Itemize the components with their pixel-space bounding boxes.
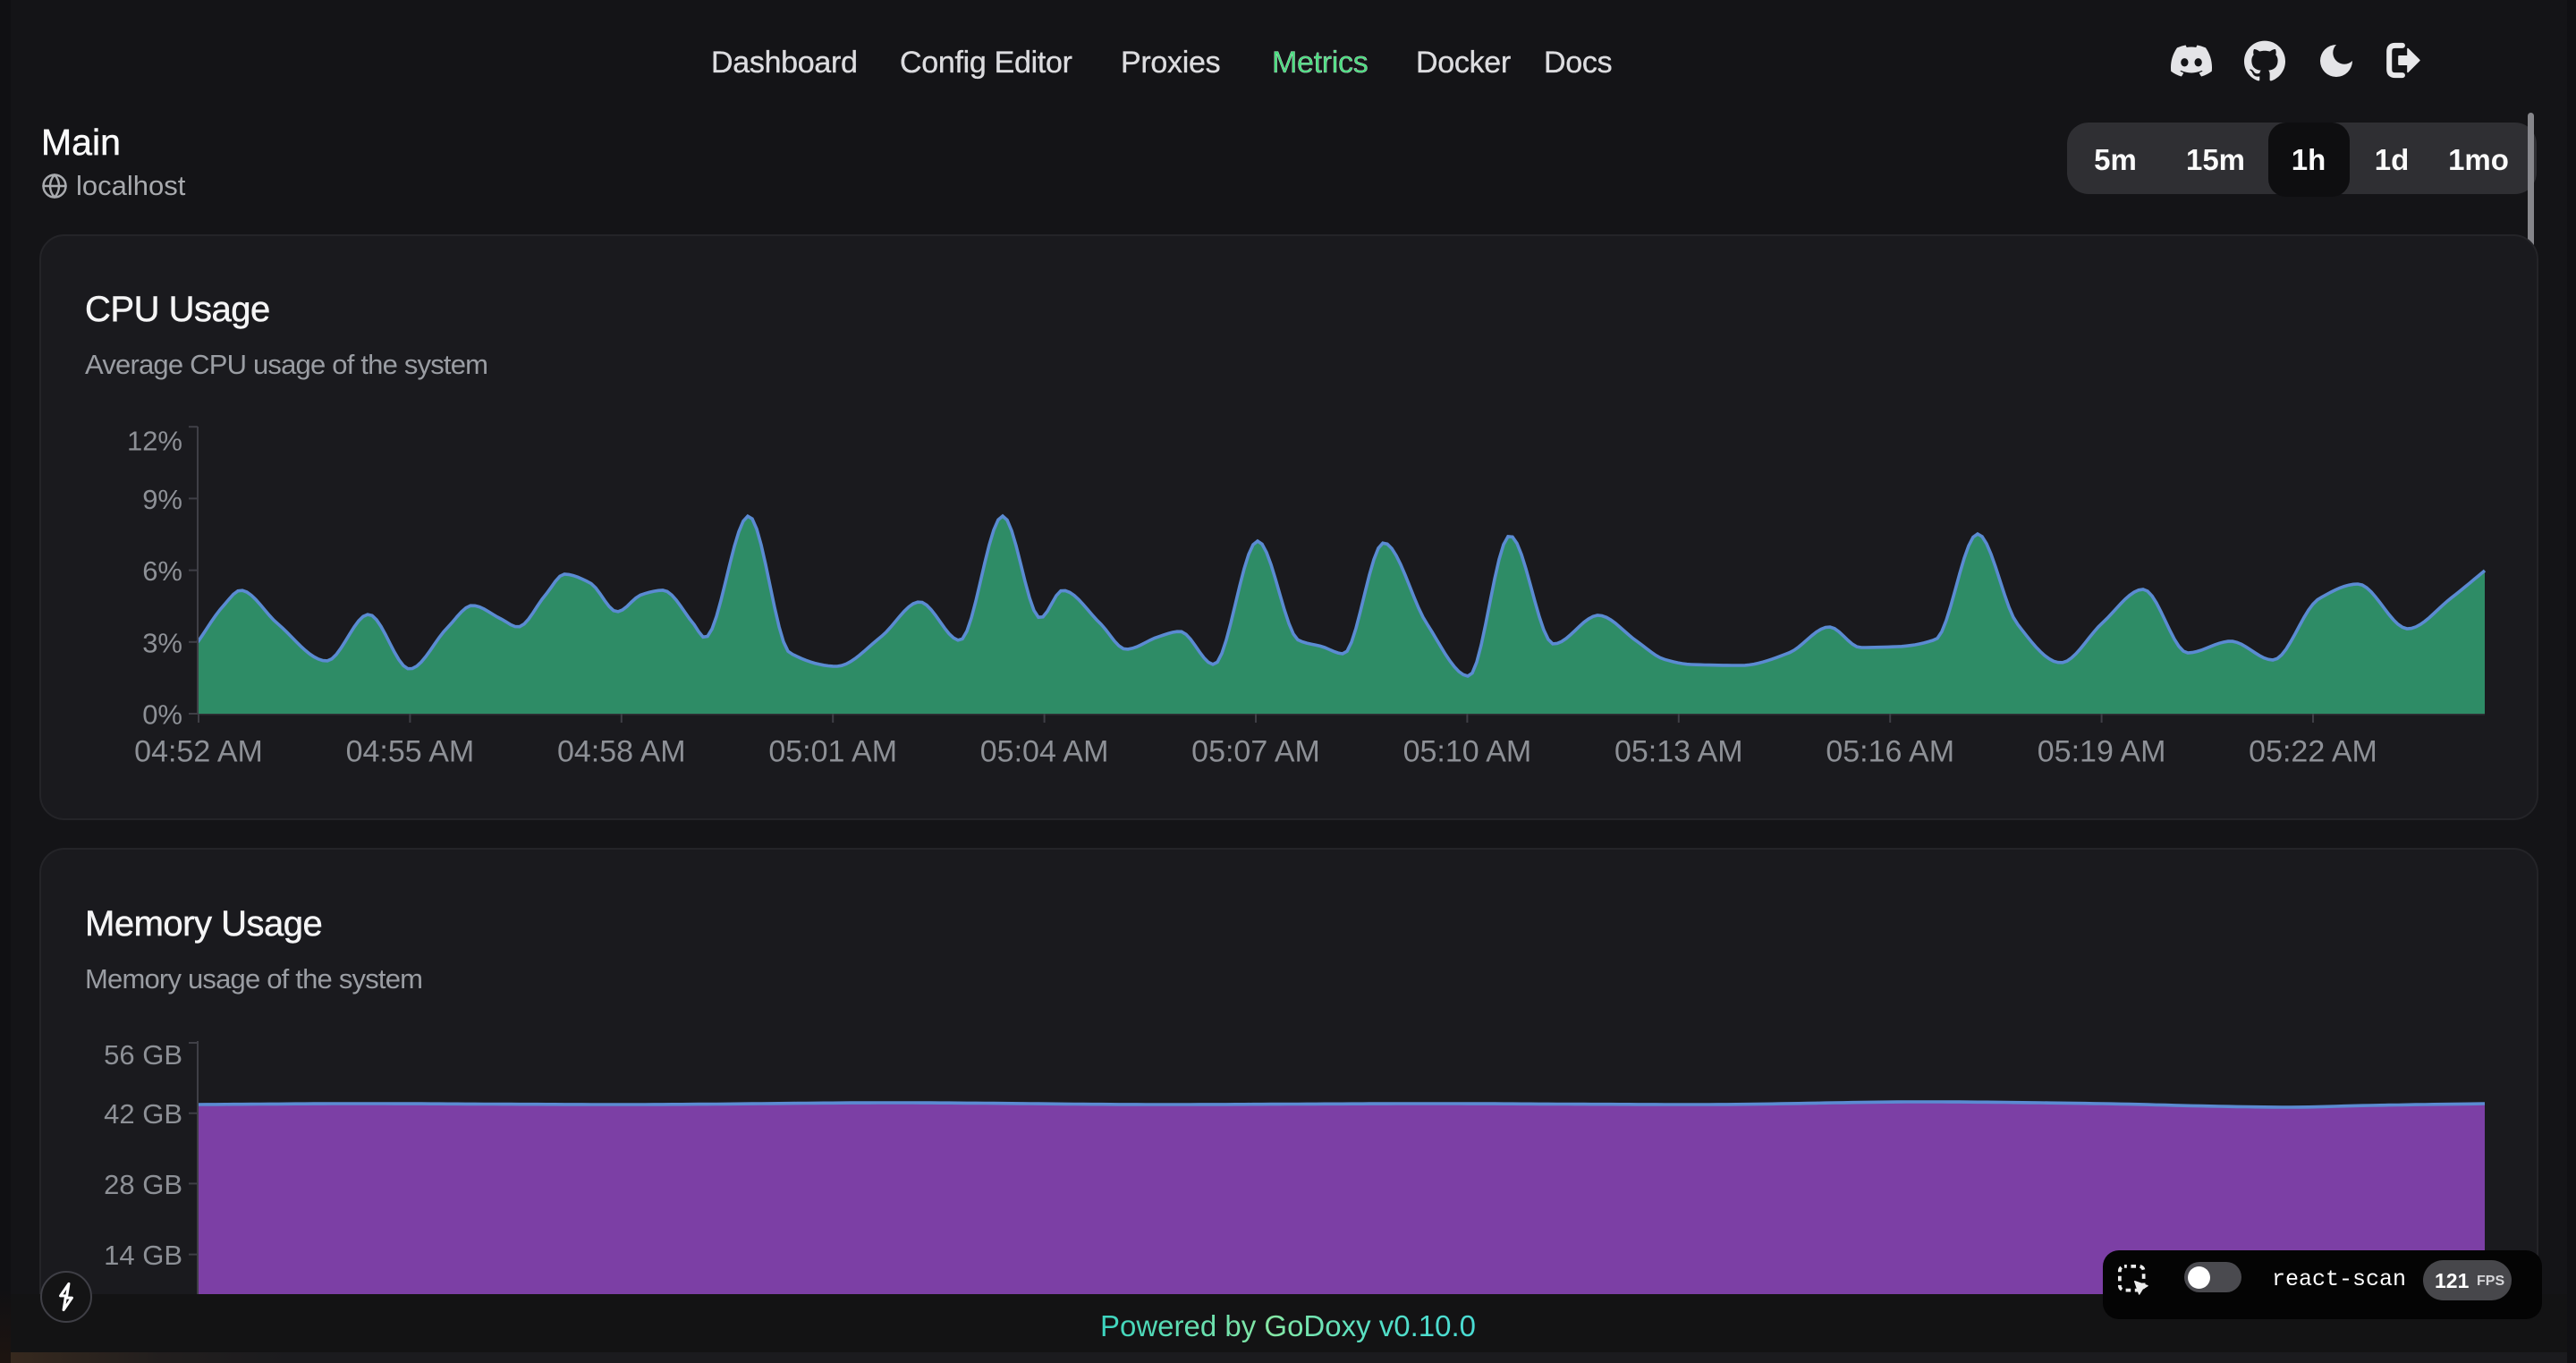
svg-text:05:04 AM: 05:04 AM [980,735,1109,769]
svg-text:42 GB: 42 GB [104,1098,182,1130]
svg-text:05:13 AM: 05:13 AM [1614,735,1743,769]
svg-text:04:55 AM: 04:55 AM [346,735,475,769]
svg-text:05:16 AM: 05:16 AM [1826,735,1954,769]
svg-text:56 GB: 56 GB [104,1039,182,1071]
svg-text:04:58 AM: 04:58 AM [557,735,686,769]
svg-text:6%: 6% [142,555,182,587]
svg-text:05:10 AM: 05:10 AM [1403,735,1532,769]
svg-text:3%: 3% [142,627,182,658]
svg-text:04:52 AM: 04:52 AM [134,735,263,769]
svg-text:14 GB: 14 GB [104,1240,182,1271]
svg-text:12%: 12% [127,426,182,457]
svg-text:28 GB: 28 GB [104,1169,182,1200]
svg-text:05:19 AM: 05:19 AM [2038,735,2166,769]
svg-text:05:07 AM: 05:07 AM [1191,735,1320,769]
svg-text:05:01 AM: 05:01 AM [768,735,897,769]
svg-text:9%: 9% [142,484,182,515]
svg-text:05:22 AM: 05:22 AM [2249,735,2377,769]
svg-text:0%: 0% [142,699,182,731]
